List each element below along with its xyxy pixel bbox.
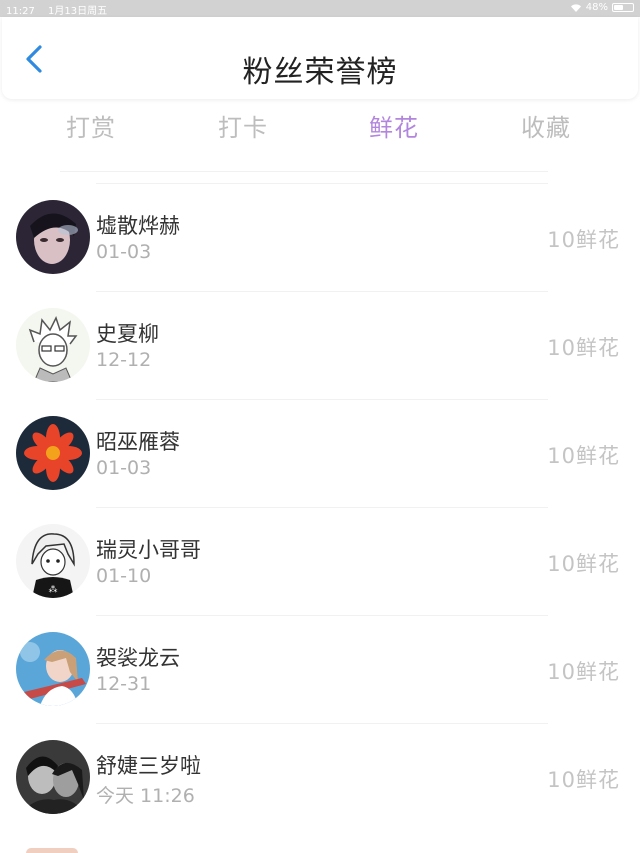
divider (96, 183, 548, 184)
status-date: 1月13日周五 (48, 6, 108, 17)
avatar[interactable] (16, 200, 90, 274)
fan-name: 瑞灵小哥哥 (96, 538, 201, 562)
girl-blue-background-avatar-icon (16, 632, 90, 706)
flower-amount: 10鲜花 (547, 444, 620, 468)
fan-date: 12-12 (96, 349, 152, 371)
list-item[interactable]: 袈裟龙云 12-31 10鲜花 (0, 615, 640, 723)
couple-photo-avatar-icon (16, 740, 90, 814)
red-flower-avatar-icon (16, 416, 90, 490)
tab-checkin[interactable]: 打卡 (218, 108, 268, 143)
divider (60, 171, 548, 172)
fan-date: 01-03 (96, 457, 152, 479)
avatar[interactable] (16, 740, 90, 814)
status-time: 11:27 (6, 6, 35, 17)
list-item[interactable]: 昭巫雁蓉 01-03 10鲜花 (0, 399, 640, 507)
fan-name: 舒婕三岁啦 (96, 754, 201, 778)
nav-header: 粉丝荣誉榜 (2, 17, 638, 99)
list-item[interactable]: ⁂ 瑞灵小哥哥 01-10 10鲜花 (0, 507, 640, 615)
fan-list: 墟散烨赫 01-03 10鲜花 史夏柳 12-12 10鲜花 昭巫雁蓉 01-0… (0, 183, 640, 831)
flower-amount: 10鲜花 (547, 660, 620, 684)
dark-portrait-avatar-icon (16, 200, 90, 274)
flower-amount: 10鲜花 (547, 336, 620, 360)
flower-amount: 10鲜花 (547, 768, 620, 792)
fan-name: 墟散烨赫 (96, 214, 180, 238)
divider (96, 615, 548, 616)
fan-date: 今天 11:26 (96, 785, 195, 807)
sketch-character-avatar-icon (16, 308, 90, 382)
wifi-icon (570, 4, 581, 12)
fan-name: 昭巫雁蓉 (96, 430, 180, 454)
avatar[interactable] (16, 416, 90, 490)
list-item[interactable]: 舒婕三岁啦 今天 11:26 10鲜花 (0, 723, 640, 831)
divider (96, 291, 548, 292)
flower-amount: 10鲜花 (547, 552, 620, 576)
tab-favorites[interactable]: 收藏 (521, 108, 571, 143)
avatar[interactable]: ⁂ (16, 524, 90, 598)
avatar[interactable] (16, 632, 90, 706)
flower-amount: 10鲜花 (547, 228, 620, 252)
fan-date: 12-31 (96, 673, 152, 695)
list-item[interactable]: 史夏柳 12-12 10鲜花 (0, 291, 640, 399)
status-bar: 11:27 1月13日周五 48% (0, 0, 640, 17)
fan-name: 史夏柳 (96, 322, 159, 346)
fan-date: 01-03 (96, 241, 152, 263)
page-title: 粉丝荣誉榜 (242, 55, 398, 90)
divider (96, 723, 548, 724)
avatar[interactable] (16, 308, 90, 382)
fan-name: 袈裟龙云 (96, 646, 180, 670)
anime-character-avatar-icon: ⁂ (16, 524, 90, 598)
battery-icon (612, 3, 634, 12)
battery-percent: 48% (585, 2, 608, 13)
svg-text:⁂: ⁂ (49, 584, 58, 595)
fan-date: 01-10 (96, 565, 152, 587)
divider (96, 399, 548, 400)
tab-bar: 打赏 打卡 鲜花 收藏 (0, 104, 640, 148)
tab-flowers[interactable]: 鲜花 (369, 108, 419, 143)
list-item[interactable]: 墟散烨赫 01-03 10鲜花 (0, 183, 640, 291)
divider (96, 507, 548, 508)
avatar[interactable] (26, 848, 78, 853)
tab-reward[interactable]: 打赏 (66, 108, 116, 143)
